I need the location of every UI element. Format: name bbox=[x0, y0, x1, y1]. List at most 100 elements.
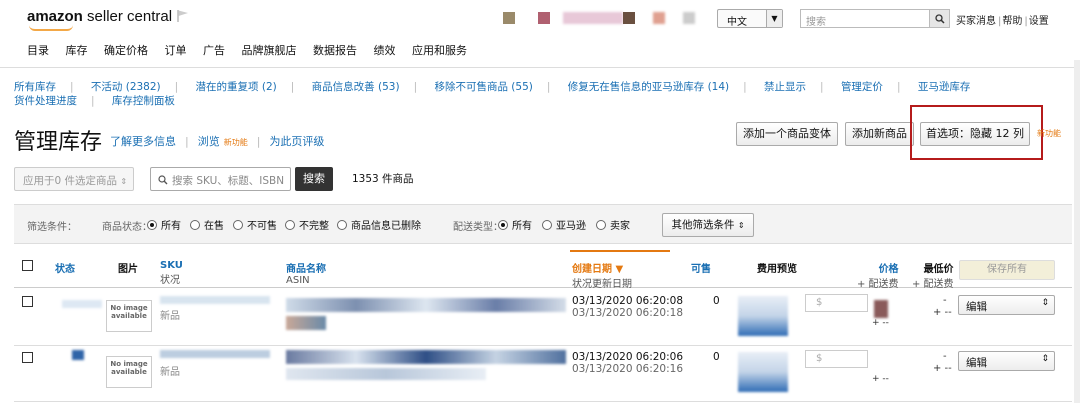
marketplace-swatch bbox=[538, 12, 550, 24]
more-filters-button[interactable]: 其他筛选条件 ⇕ bbox=[662, 213, 754, 237]
flag-icon[interactable] bbox=[176, 9, 190, 23]
col-created-date[interactable]: 创建日期 ▼ 状况更新日期 bbox=[572, 260, 632, 290]
col-lowest-price: 最低价 + 配送费 bbox=[912, 264, 954, 290]
status-all-radio[interactable]: 所有 bbox=[147, 217, 181, 232]
nav-apps[interactable]: 应用和服务 bbox=[412, 44, 467, 57]
nav-stores[interactable]: 品牌旗舰店 bbox=[242, 44, 297, 57]
nav-reports[interactable]: 数据报告 bbox=[313, 44, 357, 57]
redacted-status bbox=[62, 300, 102, 308]
product-image-placeholder: No image available bbox=[106, 300, 152, 332]
table-row: No image available 新品 03/13/2020 06:20:0… bbox=[14, 290, 1072, 346]
col-sku[interactable]: SKU 状况 bbox=[160, 260, 183, 286]
main-nav: 目录 库存 确定价格 订单 广告 品牌旗舰店 数据报告 绩效 应用和服务 bbox=[27, 42, 480, 58]
redacted-product-name bbox=[286, 350, 566, 364]
add-variation-button[interactable]: 添加一个商品变体 bbox=[736, 122, 838, 146]
chevron-updown-icon: ⇕ bbox=[120, 177, 128, 186]
status-incomplete-radio[interactable]: 不完整 bbox=[285, 217, 329, 232]
lowest-shipping: + -- bbox=[933, 363, 952, 374]
status-deleted-radio[interactable]: 商品信息已删除 bbox=[337, 217, 421, 232]
header-links: 买家消息 |帮助 |设置 bbox=[956, 16, 1049, 27]
status-inactive-radio[interactable]: 不可售 bbox=[233, 217, 277, 232]
updated-date: 03/13/2020 06:20:16 bbox=[572, 363, 684, 375]
condition-label: 新品 bbox=[160, 367, 180, 378]
subnav-fba-inventory[interactable]: 亚马逊库存 bbox=[918, 79, 971, 94]
subnav-manage-pricing[interactable]: 管理定价 bbox=[841, 79, 883, 94]
fulfill-all-radio[interactable]: 所有 bbox=[498, 217, 532, 232]
settings-link[interactable]: 设置 bbox=[1029, 16, 1049, 27]
price-input[interactable]: $ bbox=[805, 350, 868, 368]
search-icon[interactable] bbox=[929, 9, 950, 28]
chevron-updown-icon: ⇕ bbox=[737, 221, 745, 230]
subnav-stranded[interactable]: 修复无在售信息的亚马逊库存 (14) bbox=[568, 79, 729, 94]
created-date: 03/13/2020 06:20:06 bbox=[572, 351, 684, 363]
page-title: 管理库存 bbox=[14, 130, 103, 155]
nav-inventory[interactable]: 库存 bbox=[66, 44, 88, 57]
fulfill-merchant-radio[interactable]: 卖家 bbox=[596, 217, 630, 232]
edit-action-select[interactable]: 编辑 ⇕ bbox=[958, 295, 1055, 315]
status-active-radio[interactable]: 在售 bbox=[190, 217, 224, 232]
sort-indicator-bar bbox=[570, 250, 670, 252]
subnav-duplicates[interactable]: 潜在的重复项 (2) bbox=[196, 79, 277, 94]
buyer-messages-link[interactable]: 买家消息 bbox=[956, 16, 996, 27]
chevron-updown-icon: ⇕ bbox=[1041, 354, 1049, 364]
subnav-suppressed[interactable]: 禁止显示 bbox=[764, 79, 806, 94]
product-image-placeholder: No image available bbox=[106, 356, 152, 388]
col-product-name[interactable]: 商品名称 ASIN bbox=[286, 260, 326, 286]
edit-action-select[interactable]: 编辑 ⇕ bbox=[958, 351, 1055, 371]
subnav-listing-quality[interactable]: 商品信息改善 (53) bbox=[312, 79, 400, 94]
row-checkbox[interactable] bbox=[22, 352, 33, 363]
top-search-input[interactable]: 搜索 bbox=[800, 9, 930, 28]
nav-pricing[interactable]: 确定价格 bbox=[104, 44, 148, 57]
available-qty[interactable]: 0 bbox=[713, 351, 720, 363]
fulfill-amazon-radio[interactable]: 亚马逊 bbox=[542, 217, 586, 232]
search-button[interactable]: 搜索 bbox=[295, 167, 333, 191]
help-link[interactable]: 帮助 bbox=[1002, 16, 1022, 27]
row-checkbox[interactable] bbox=[22, 296, 33, 307]
add-product-button[interactable]: 添加新商品 bbox=[845, 122, 914, 146]
lowest-price: - bbox=[943, 351, 947, 362]
fulfillment-filter-label: 配送类型： bbox=[453, 222, 503, 233]
save-all-button[interactable]: 保存所有 bbox=[959, 260, 1055, 280]
nav-advertising[interactable]: 广告 bbox=[203, 44, 225, 57]
redacted-sku bbox=[160, 296, 270, 304]
rate-page-link[interactable]: 为此页评级 bbox=[269, 135, 324, 148]
marketplace-swatch bbox=[503, 12, 515, 24]
redacted-status bbox=[72, 350, 84, 360]
subnav-all-inventory[interactable]: 所有库存 bbox=[14, 79, 56, 94]
inventory-subnav: 所有库存 | 不活动 (2382) | 潜在的重复项 (2) | 商品信息改善 (53… bbox=[14, 79, 971, 108]
top-search-placeholder: 搜索 bbox=[806, 17, 826, 28]
amazon-seller-central-logo[interactable]: amazon seller central bbox=[27, 8, 172, 31]
redacted-fee-preview bbox=[738, 296, 788, 336]
filter-bar: 筛选条件： 商品状态： 所有 在售 不可售 不完整 商品信息已删除 配送类型： … bbox=[14, 204, 1072, 244]
col-available[interactable]: 可售 bbox=[691, 260, 711, 275]
sort-down-icon: ▼ bbox=[615, 264, 624, 275]
col-image: 图片 bbox=[118, 264, 138, 275]
nav-orders[interactable]: 订单 bbox=[165, 44, 187, 57]
nav-catalog[interactable]: 目录 bbox=[27, 44, 49, 57]
col-price[interactable]: 价格 + 配送费 bbox=[857, 260, 899, 290]
subnav-remove-unsellable[interactable]: 移除不可售商品 (55) bbox=[434, 79, 532, 94]
condition-label: 新品 bbox=[160, 311, 180, 322]
page-scrollbar[interactable] bbox=[1074, 60, 1080, 403]
bulk-action-label: 应用于0 件选定商品 bbox=[23, 175, 118, 187]
status-filter-label: 商品状态： bbox=[102, 222, 152, 233]
nav-performance[interactable]: 绩效 bbox=[374, 44, 396, 57]
language-select[interactable]: 中文 ▼ bbox=[717, 9, 783, 28]
col-status[interactable]: 状态 bbox=[55, 260, 75, 275]
bulk-action-select[interactable]: 应用于0 件选定商品 ⇕ bbox=[14, 167, 134, 191]
select-all-checkbox[interactable] bbox=[22, 260, 33, 271]
available-qty[interactable]: 0 bbox=[713, 295, 720, 307]
title-links: 了解更多信息 | 浏览 新功能 | 为此页评级 bbox=[110, 135, 325, 148]
subnav-shipments[interactable]: 货件处理进度 bbox=[14, 93, 77, 108]
inventory-search-input[interactable]: 搜索 SKU、标题、ISBN bbox=[150, 167, 291, 191]
chevron-updown-icon: ⇕ bbox=[1041, 298, 1049, 308]
price-input[interactable]: $ bbox=[805, 294, 868, 312]
created-date: 03/13/2020 06:20:08 bbox=[572, 295, 684, 307]
learn-more-link[interactable]: 了解更多信息 bbox=[110, 135, 176, 148]
redacted-sku bbox=[160, 350, 270, 358]
browse-link[interactable]: 浏览 bbox=[198, 135, 220, 148]
col-fee-preview: 费用预览 bbox=[757, 264, 797, 275]
subnav-inventory-dashboard[interactable]: 库存控制面板 bbox=[112, 93, 175, 108]
subnav-inactive[interactable]: 不活动 (2382) bbox=[91, 79, 161, 94]
redacted-product-name bbox=[286, 298, 566, 312]
